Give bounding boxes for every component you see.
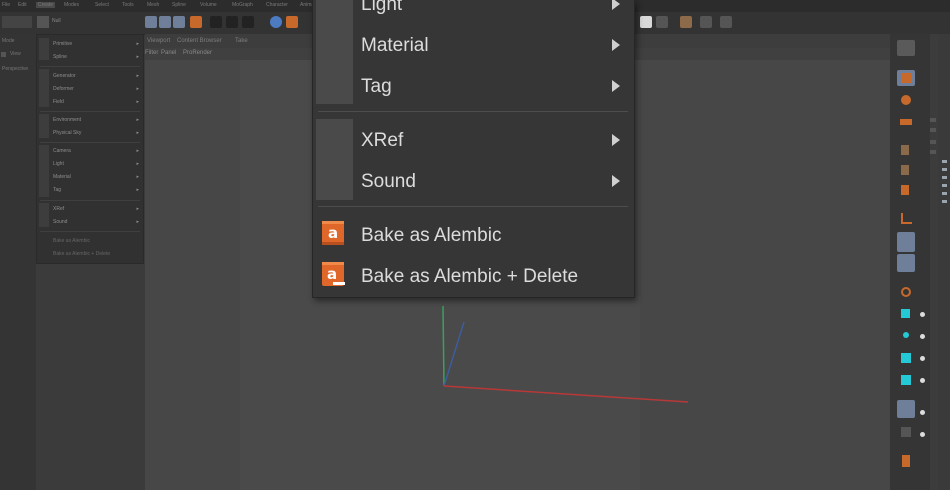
submenu-arrow-icon	[612, 175, 620, 187]
submenu-arrow-icon	[612, 80, 620, 92]
menu-separator	[318, 111, 628, 112]
submenu-arrow-icon	[612, 134, 620, 146]
menu-item-label: Light	[361, 0, 403, 15]
axis-x-line	[443, 385, 689, 403]
menu-item-tag[interactable]: Tag	[313, 67, 634, 105]
axis-z-line	[443, 321, 465, 387]
menu-item-label: XRef	[361, 130, 404, 151]
svg-text:a: a	[328, 224, 338, 242]
menu-item-label: Bake as Alembic	[361, 225, 502, 246]
alembic-delete-icon: a	[322, 262, 345, 286]
axis-y-line	[442, 305, 445, 387]
menu-item-sound[interactable]: Sound	[313, 162, 634, 200]
submenu-arrow-icon	[612, 39, 620, 51]
menu-item-label: Material	[361, 35, 429, 56]
menu-item-bake-alembic-delete[interactable]: a Bake as Alembic + Delete	[313, 257, 634, 295]
menu-separator	[318, 206, 628, 207]
menu-item-bake-alembic[interactable]: a Bake as Alembic	[313, 216, 634, 254]
menu-item-material[interactable]: Material	[313, 26, 634, 64]
menu-item-label: Bake as Alembic + Delete	[361, 266, 579, 287]
create-submenu-popup: Light Material Tag XRef Sound a Bake as …	[312, 0, 635, 298]
menu-item-label: Sound	[361, 171, 416, 192]
menu-item-xref[interactable]: XRef	[313, 121, 634, 159]
menu-item-label: Tag	[361, 76, 392, 97]
submenu-arrow-icon	[612, 0, 620, 10]
menu-item-light[interactable]: Light	[313, 0, 634, 23]
svg-text:a: a	[327, 265, 337, 283]
alembic-icon: a	[322, 221, 344, 245]
